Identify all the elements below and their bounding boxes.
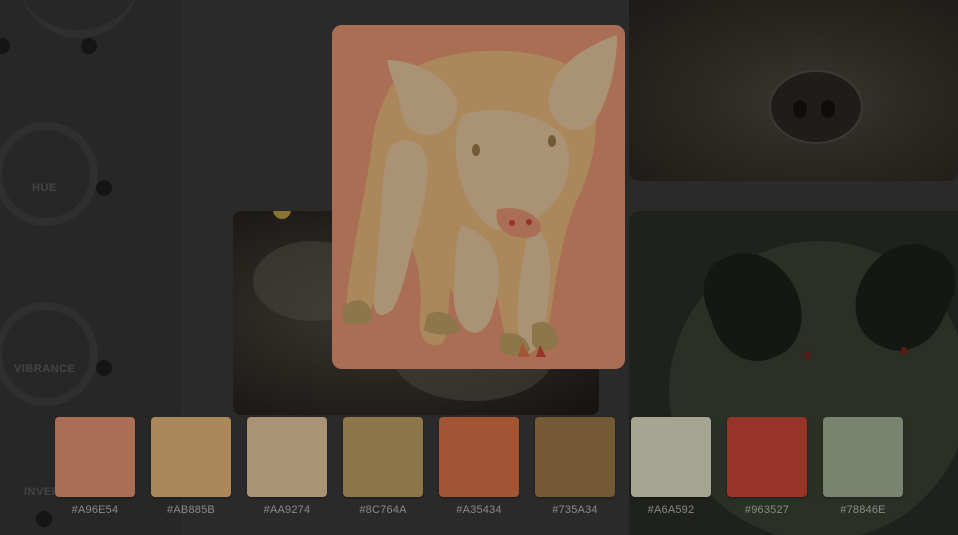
- color-swatch[interactable]: [55, 417, 135, 497]
- dial-knob-top-left[interactable]: [0, 38, 10, 54]
- swatch-hex-label: #A6A592: [647, 504, 695, 516]
- color-swatch[interactable]: [535, 417, 615, 497]
- hue-dial-ring: [0, 122, 98, 226]
- featured-piglet-image[interactable]: [332, 25, 625, 369]
- dial-ring-top: [15, 0, 145, 44]
- hue-label: HUE: [32, 182, 57, 194]
- pig-eye-left: [804, 351, 810, 359]
- vibrance-label: VIBRANCE: [14, 363, 76, 375]
- swatch-hex-label: #8C764A: [359, 504, 407, 516]
- swatch-item: #AB885B: [151, 417, 231, 516]
- color-swatch[interactable]: [823, 417, 903, 497]
- nostril-left: [793, 100, 807, 118]
- piglet-illustration: [332, 25, 625, 369]
- swatch-hex-label: #A35434: [456, 504, 502, 516]
- swatch-hex-label: #AA9274: [263, 504, 311, 516]
- swatch-item: #963527: [727, 417, 807, 516]
- color-swatch[interactable]: [439, 417, 519, 497]
- vibrance-dial-ring: [0, 302, 98, 406]
- swatch-item: #78846E: [823, 417, 903, 516]
- color-swatch[interactable]: [343, 417, 423, 497]
- color-palette: #A96E54 #AB885B #AA9274 #8C764A #A35434 …: [55, 417, 903, 527]
- invert-knob[interactable]: [36, 511, 52, 527]
- swatch-hex-label: #963527: [744, 504, 790, 516]
- color-swatch[interactable]: [151, 417, 231, 497]
- gallery-photo-dark-pig[interactable]: [629, 0, 958, 181]
- color-swatch[interactable]: [247, 417, 327, 497]
- pig-snout: [769, 70, 863, 144]
- swatch-item: #A6A592: [631, 417, 711, 516]
- swatch-item: #A96E54: [55, 417, 135, 516]
- swatch-item: #A35434: [439, 417, 519, 516]
- swatch-hex-label: #78846E: [840, 504, 886, 516]
- swatch-item: #735A34: [535, 417, 615, 516]
- swatch-item: #8C764A: [343, 417, 423, 516]
- nostril-right: [821, 100, 835, 118]
- vibrance-knob[interactable]: [96, 360, 112, 376]
- swatch-hex-label: #AB885B: [167, 504, 215, 516]
- hue-knob[interactable]: [96, 180, 112, 196]
- swatch-hex-label: #735A34: [552, 504, 598, 516]
- dial-knob-top-right[interactable]: [81, 38, 97, 54]
- color-swatch[interactable]: [631, 417, 711, 497]
- swatch-hex-label: #A96E54: [71, 504, 119, 516]
- pig-eye-right: [901, 347, 907, 355]
- color-swatch[interactable]: [727, 417, 807, 497]
- swatch-item: #AA9274: [247, 417, 327, 516]
- photo-highlight: [273, 211, 291, 219]
